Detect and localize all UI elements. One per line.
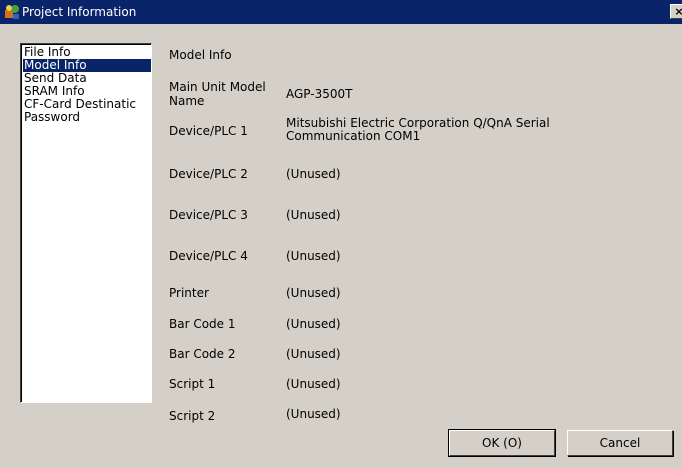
ok-button[interactable]: OK (O)	[448, 429, 556, 457]
close-button[interactable]: ×	[670, 4, 682, 19]
bar-code-1-value: (Unused)	[286, 317, 341, 331]
list-item-password[interactable]: Password	[23, 111, 151, 124]
title-bar: Project Information ×	[0, 0, 682, 24]
printer-label: Printer	[169, 286, 209, 300]
category-list[interactable]: File Info Model Info Send Data SRAM Info…	[20, 43, 152, 403]
window-title: Project Information	[22, 5, 137, 19]
bar-code-1-label: Bar Code 1	[169, 317, 236, 331]
device-plc-4-label: Device/PLC 4	[169, 249, 248, 263]
close-icon: ×	[674, 5, 682, 18]
main-unit-model-value: AGP-3500T	[286, 87, 353, 101]
cancel-button[interactable]: Cancel	[567, 430, 673, 456]
device-plc-1-label: Device/PLC 1	[169, 124, 248, 138]
project-app-icon	[4, 4, 20, 20]
device-plc-3-label: Device/PLC 3	[169, 208, 248, 222]
main-unit-model-label: Main Unit Model Name	[169, 80, 266, 108]
section-title: Model Info	[169, 48, 232, 62]
device-plc-2-value: (Unused)	[286, 167, 341, 181]
script-1-value: (Unused)	[286, 377, 341, 391]
bar-code-2-value: (Unused)	[286, 347, 341, 361]
device-plc-2-label: Device/PLC 2	[169, 167, 248, 181]
printer-value: (Unused)	[286, 286, 341, 300]
script-1-label: Script 1	[169, 377, 216, 391]
bar-code-2-label: Bar Code 2	[169, 347, 236, 361]
script-2-value: (Unused)	[286, 407, 341, 421]
device-plc-1-value: Mitsubishi Electric Corporation Q/QnA Se…	[286, 116, 550, 143]
device-plc-4-value: (Unused)	[286, 249, 341, 263]
script-2-label: Script 2	[169, 409, 216, 423]
device-plc-3-value: (Unused)	[286, 208, 341, 222]
